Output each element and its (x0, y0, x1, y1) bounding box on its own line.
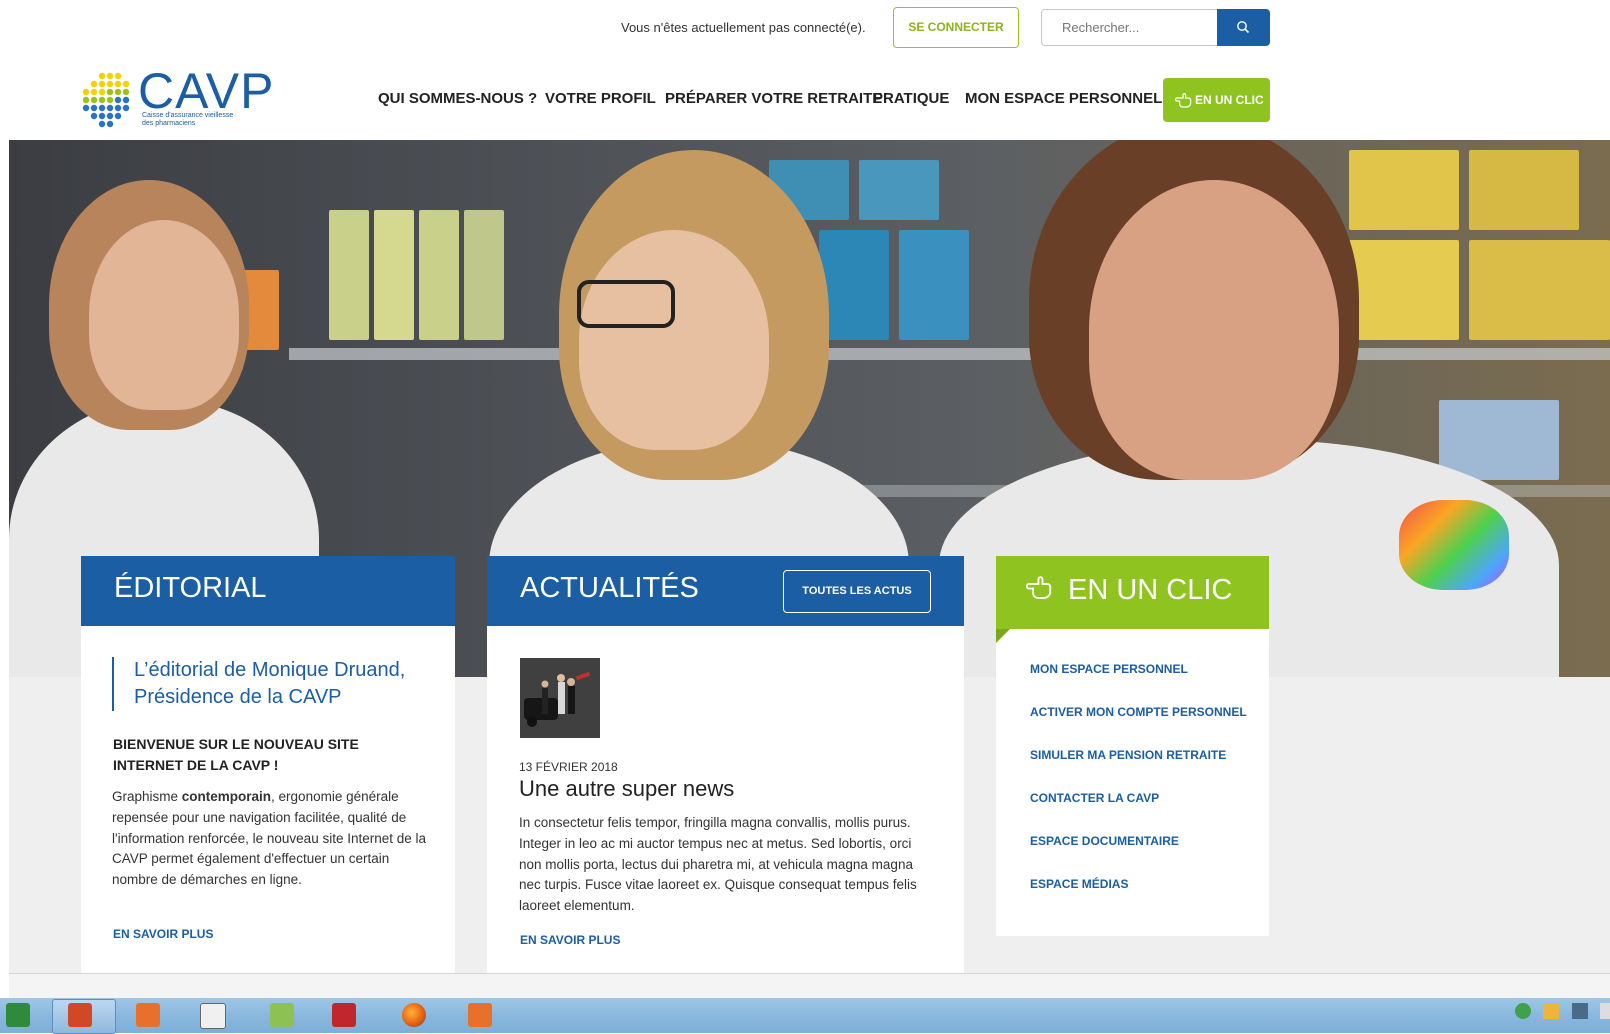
editorial-more-link[interactable]: EN SAVOIR PLUS (113, 927, 213, 941)
editorial-text-start: Graphisme (112, 789, 182, 804)
news-photo-icon (520, 658, 600, 738)
pointing-hand-icon (1026, 576, 1052, 599)
nav-item-votre-profil[interactable]: VOTRE PROFIL (545, 90, 656, 107)
editorial-quote-line2: Présidence de la CAVP (134, 686, 342, 708)
app-orange-icon[interactable] (136, 1003, 160, 1027)
editorial-title: ÉDITORIAL (114, 572, 267, 604)
logo-tagline-line2: des pharmaciens (142, 120, 196, 127)
spreadsheet-icon[interactable] (270, 1003, 294, 1027)
excel-icon[interactable] (6, 1003, 30, 1027)
clic-link-contacter[interactable]: CONTACTER LA CAVP (1030, 791, 1159, 805)
nav-item-pratique[interactable]: PRATIQUE (873, 90, 949, 107)
clic-link-medias[interactable]: ESPACE MÉDIAS (1030, 877, 1128, 891)
volume-icon[interactable] (1600, 1003, 1610, 1019)
news-article-title[interactable]: Une autre super news (519, 776, 734, 802)
left-margin (0, 0, 9, 1000)
en-un-clic-title: EN UN CLIC (1068, 574, 1233, 606)
editorial-subtitle: BIENVENUE SUR LE NOUVEAU SITE INTERNET D… (113, 736, 359, 773)
app-orange-icon[interactable] (468, 1003, 492, 1027)
header-notch (996, 629, 1010, 643)
search-input[interactable] (1041, 9, 1217, 46)
logo-tagline-line1: Caisse d'assurance vieillesse (142, 112, 234, 119)
nav-item-qui-sommes-nous[interactable]: QUI SOMMES-NOUS ? (378, 90, 537, 107)
network-icon[interactable] (1571, 1003, 1588, 1019)
sync-icon[interactable] (1514, 1003, 1531, 1019)
login-button[interactable]: SE CONNECTER (893, 7, 1019, 48)
cavp-logo[interactable]: CAVP Caisse d'assurance vieillesse des p… (82, 63, 273, 130)
page-bottom-strip (9, 974, 1610, 998)
news-thumbnail[interactable] (520, 658, 600, 738)
firefox-icon[interactable] (402, 1003, 426, 1027)
news-date: 13 FÉVRIER 2018 (519, 760, 618, 774)
news-card: ACTUALITÉS TOUTES LES ACTUS 13 FÉVRIER 2… (487, 556, 964, 973)
all-news-button[interactable]: TOUTES LES ACTUS (783, 570, 931, 613)
notification-icon[interactable] (1543, 1003, 1560, 1019)
editorial-card: ÉDITORIAL L’éditorial de Monique Druand,… (81, 556, 455, 973)
login-status-text: Vous n'êtes actuellement pas connecté(e)… (621, 20, 866, 35)
news-header: ACTUALITÉS TOUTES LES ACTUS (487, 556, 964, 626)
logo-dots-icon (82, 72, 130, 128)
editorial-text: Graphisme contemporain, ergonomie généra… (112, 787, 428, 891)
pointing-hand-icon (1175, 93, 1192, 108)
editorial-quote-line1: L’éditorial de Monique Druand, (134, 659, 406, 681)
clic-link-documentaire[interactable]: ESPACE DOCUMENTAIRE (1030, 834, 1179, 848)
powerpoint-icon[interactable] (68, 1003, 92, 1027)
en-un-clic-card: EN UN CLIC MON ESPACE PERSONNEL ACTIVER … (996, 556, 1269, 936)
en-un-clic-button[interactable]: EN UN CLIC (1163, 78, 1270, 122)
editorial-text-bold: contemporain (181, 789, 272, 804)
editorial-header: ÉDITORIAL (81, 556, 455, 626)
news-title-heading: ACTUALITÉS (520, 572, 699, 604)
en-un-clic-header: EN UN CLIC (996, 556, 1269, 629)
system-tray (1514, 1003, 1610, 1024)
en-un-clic-label: EN UN CLIC (1195, 93, 1264, 107)
nav-item-espace-personnel[interactable]: MON ESPACE PERSONNEL (965, 90, 1162, 107)
printer-icon[interactable] (200, 1003, 226, 1029)
clic-link-simuler-pension[interactable]: SIMULER MA PENSION RETRAITE (1030, 748, 1226, 762)
search-icon (1237, 21, 1250, 34)
top-bar: Vous n'êtes actuellement pas connecté(e)… (0, 0, 1610, 58)
clic-link-espace-personnel[interactable]: MON ESPACE PERSONNEL (1030, 662, 1188, 676)
nav-item-preparer-retraite[interactable]: PRÉPARER VOTRE RETRAITE (665, 90, 882, 107)
logo-tagline: Caisse d'assurance vieillesse des pharma… (142, 112, 262, 128)
os-taskbar (0, 998, 1610, 1034)
search-button[interactable] (1217, 9, 1270, 46)
news-text: In consectetur felis tempor, fringilla m… (519, 815, 917, 914)
filezilla-icon[interactable] (332, 1003, 356, 1027)
editorial-quote[interactable]: L’éditorial de Monique Druand, Présidenc… (112, 657, 434, 711)
clic-link-activer-compte[interactable]: ACTIVER MON COMPTE PERSONNEL (1030, 705, 1247, 719)
news-more-link[interactable]: EN SAVOIR PLUS (520, 933, 620, 947)
